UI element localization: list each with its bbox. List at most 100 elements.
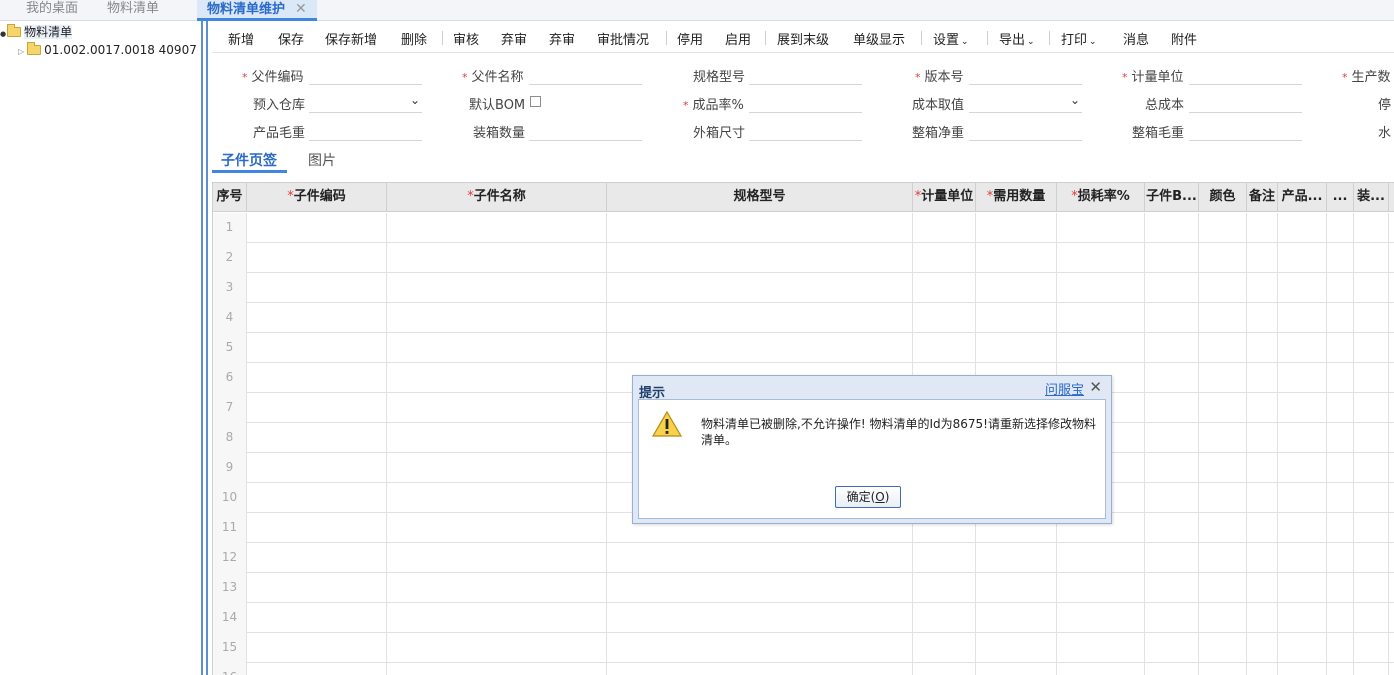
table-cell[interactable]	[1199, 483, 1247, 513]
table-cell[interactable]	[1145, 603, 1199, 633]
close-icon[interactable]: ✕	[1089, 378, 1102, 396]
table-cell[interactable]	[1327, 273, 1354, 303]
table-cell[interactable]	[387, 243, 607, 273]
table-cell[interactable]	[387, 573, 607, 603]
table-row[interactable]: 5	[213, 333, 1394, 363]
table-cell[interactable]	[1354, 543, 1389, 573]
table-cell[interactable]	[607, 333, 913, 363]
table-cell[interactable]	[247, 333, 387, 363]
table-cell[interactable]	[1327, 333, 1354, 363]
table-cell[interactable]	[1278, 453, 1327, 483]
table-cell[interactable]	[607, 243, 913, 273]
panel-splitter[interactable]	[200, 21, 210, 675]
table-cell[interactable]	[1057, 303, 1145, 333]
print-dropdown[interactable]: 打印 ⌄	[1061, 29, 1097, 48]
table-cell[interactable]	[1145, 453, 1199, 483]
table-cell[interactable]	[1327, 513, 1354, 543]
table-row[interactable]: 13	[213, 573, 1394, 603]
tab-images[interactable]: 图片	[308, 150, 336, 170]
help-link[interactable]: 问服宝	[1045, 379, 1084, 398]
table-cell[interactable]	[247, 303, 387, 333]
table-cell[interactable]	[1199, 243, 1247, 273]
version-input[interactable]	[969, 63, 1082, 85]
table-cell[interactable]	[1327, 483, 1354, 513]
table-cell[interactable]	[1057, 333, 1145, 363]
table-cell[interactable]	[1199, 423, 1247, 453]
parent-name-input[interactable]	[529, 63, 642, 85]
table-cell[interactable]	[247, 483, 387, 513]
table-cell[interactable]	[1278, 303, 1327, 333]
total-cost-input[interactable]	[1189, 91, 1302, 113]
table-cell[interactable]	[976, 633, 1057, 663]
disable-button[interactable]: 停用	[677, 29, 703, 48]
table-cell[interactable]	[1278, 573, 1327, 603]
table-cell[interactable]	[1389, 603, 1394, 633]
unit-input[interactable]	[1189, 63, 1302, 85]
table-cell[interactable]	[1145, 303, 1199, 333]
table-cell[interactable]	[387, 453, 607, 483]
table-cell[interactable]	[1278, 333, 1327, 363]
table-cell[interactable]	[247, 543, 387, 573]
table-cell[interactable]	[913, 303, 976, 333]
table-cell[interactable]	[913, 243, 976, 273]
table-cell[interactable]	[607, 213, 913, 243]
tab-my-desktop[interactable]: 我的桌面	[26, 0, 78, 21]
table-cell[interactable]	[1278, 513, 1327, 543]
table-cell[interactable]	[1354, 603, 1389, 633]
attachment-button[interactable]: 附件	[1171, 29, 1197, 48]
table-cell[interactable]	[1247, 663, 1278, 675]
table-cell[interactable]	[1354, 633, 1389, 663]
table-cell[interactable]	[1389, 273, 1394, 303]
table-cell[interactable]	[387, 483, 607, 513]
table-cell[interactable]	[1354, 273, 1389, 303]
table-cell[interactable]	[607, 273, 913, 303]
table-cell[interactable]	[1327, 453, 1354, 483]
table-cell[interactable]	[387, 213, 607, 243]
table-cell[interactable]	[1278, 243, 1327, 273]
table-cell[interactable]	[976, 573, 1057, 603]
table-cell[interactable]	[1389, 663, 1394, 675]
table-cell[interactable]	[1247, 423, 1278, 453]
table-cell[interactable]	[976, 303, 1057, 333]
table-cell[interactable]	[1247, 243, 1278, 273]
table-cell[interactable]	[1145, 573, 1199, 603]
table-cell[interactable]	[1145, 423, 1199, 453]
tab-bom-list[interactable]: 物料清单	[107, 0, 159, 21]
table-cell[interactable]	[1354, 213, 1389, 243]
yield-rate-input[interactable]	[749, 91, 862, 113]
export-dropdown[interactable]: 导出 ⌄	[999, 29, 1035, 48]
table-cell[interactable]	[1354, 303, 1389, 333]
table-cell[interactable]	[1247, 213, 1278, 243]
col-child-code[interactable]: *子件编码	[247, 183, 387, 212]
settings-dropdown[interactable]: 设置 ⌄	[933, 29, 969, 48]
collapsed-arrow-icon[interactable]: ▷	[18, 47, 24, 56]
table-cell[interactable]	[976, 273, 1057, 303]
table-cell[interactable]	[387, 423, 607, 453]
table-cell[interactable]	[976, 213, 1057, 243]
carton-gross-weight-input[interactable]	[1189, 119, 1302, 141]
table-cell[interactable]	[1327, 423, 1354, 453]
table-cell[interactable]	[1247, 573, 1278, 603]
table-cell[interactable]	[1327, 303, 1354, 333]
table-row[interactable]: 2	[213, 243, 1394, 273]
table-cell[interactable]	[1199, 363, 1247, 393]
table-cell[interactable]	[247, 633, 387, 663]
table-cell[interactable]	[1145, 393, 1199, 423]
col-child-name[interactable]: *子件名称	[387, 183, 607, 212]
table-cell[interactable]	[1057, 573, 1145, 603]
table-cell[interactable]	[1389, 633, 1394, 663]
close-tab-icon[interactable]: ✕	[295, 1, 307, 17]
col-extra[interactable]: .	[1389, 183, 1394, 212]
table-cell[interactable]	[1145, 663, 1199, 675]
table-cell[interactable]	[607, 603, 913, 633]
table-row[interactable]: 4	[213, 303, 1394, 333]
table-cell[interactable]	[1389, 513, 1394, 543]
table-cell[interactable]	[1247, 633, 1278, 663]
table-cell[interactable]	[976, 243, 1057, 273]
col-loss-rate[interactable]: *损耗率%	[1057, 183, 1145, 212]
table-cell[interactable]	[1354, 573, 1389, 603]
col-more[interactable]: ...	[1327, 183, 1354, 212]
table-cell[interactable]	[1247, 273, 1278, 303]
table-cell[interactable]	[607, 303, 913, 333]
table-cell[interactable]	[1389, 393, 1394, 423]
